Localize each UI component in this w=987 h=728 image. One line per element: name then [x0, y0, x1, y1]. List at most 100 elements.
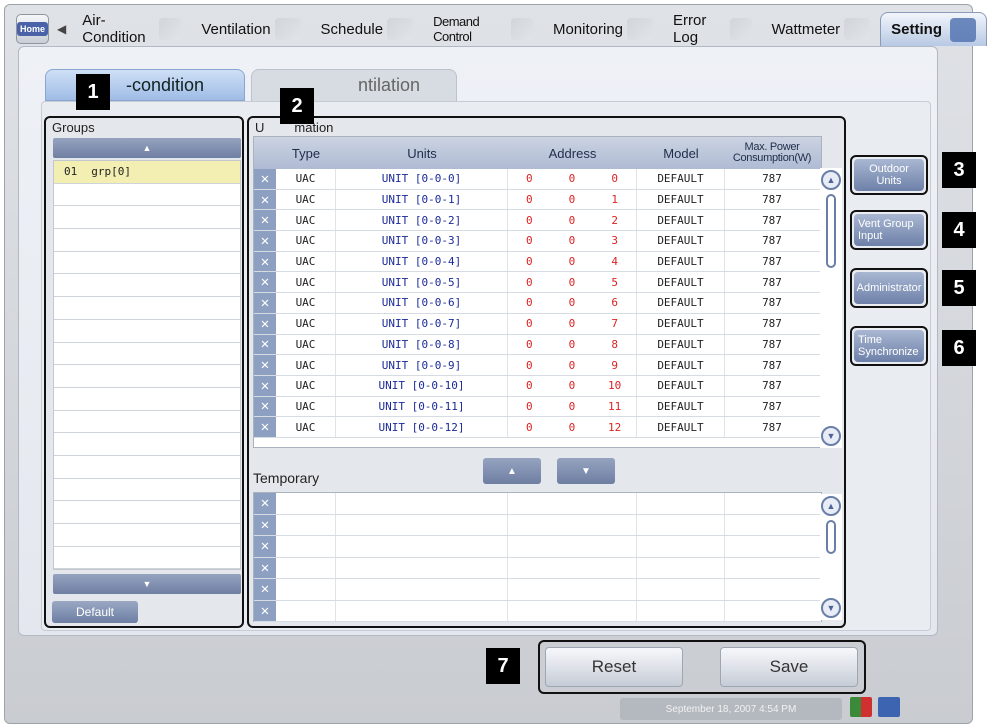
delete-row-icon[interactable]: ✕ — [254, 557, 276, 578]
subtab-air-condition[interactable]: -condition — [45, 69, 245, 101]
delete-row-icon[interactable]: ✕ — [254, 355, 276, 375]
unit-type: UAC — [276, 169, 336, 189]
unit-table-scrollbar[interactable]: ▲ ▼ — [820, 168, 842, 448]
groups-scroll-up-button[interactable]: ▲ — [53, 138, 241, 158]
delete-row-icon[interactable]: ✕ — [254, 514, 276, 535]
group-row-empty[interactable] — [54, 433, 240, 456]
delete-row-icon[interactable]: ✕ — [254, 396, 276, 417]
unit-row[interactable]: ✕ UAC UNIT [0-0-8] 0 0 8 DEFAULT 787 — [254, 334, 821, 356]
address-part: 0 — [568, 420, 576, 434]
scrollbar-thumb[interactable] — [826, 520, 836, 554]
scroll-down-icon[interactable]: ▼ — [821, 426, 841, 446]
delete-row-icon[interactable]: ✕ — [254, 272, 276, 293]
unit-row[interactable]: ✕ UAC UNIT [0-0-11] 0 0 11 DEFAULT 787 — [254, 396, 821, 418]
alarm-status-icon[interactable] — [850, 697, 872, 717]
temporary-row[interactable]: ✕ — [254, 557, 821, 579]
save-button[interactable]: Save — [720, 647, 858, 687]
group-row-empty[interactable] — [54, 184, 240, 207]
unit-row[interactable]: ✕ UAC UNIT [0-0-2] 0 0 2 DEFAULT 787 — [254, 210, 821, 232]
reset-button[interactable]: Reset — [545, 647, 683, 687]
group-row-empty[interactable] — [54, 343, 240, 366]
delete-row-icon[interactable]: ✕ — [254, 313, 276, 334]
tab-setting[interactable]: Setting — [880, 12, 987, 46]
temporary-row[interactable]: ✕ — [254, 536, 821, 558]
delete-row-icon[interactable]: ✕ — [254, 579, 276, 600]
group-row-empty[interactable] — [54, 479, 240, 502]
tab-scroll-left-icon[interactable]: ◀ — [57, 22, 66, 36]
scroll-down-icon[interactable]: ▼ — [821, 598, 841, 618]
default-button[interactable]: Default — [52, 601, 138, 623]
unit-row[interactable]: ✕ UAC UNIT [0-0-4] 0 0 4 DEFAULT 787 — [254, 251, 821, 273]
delete-row-icon[interactable]: ✕ — [254, 493, 276, 514]
group-row-empty[interactable] — [54, 252, 240, 275]
delete-row-icon[interactable]: ✕ — [254, 536, 276, 557]
delete-row-icon[interactable]: ✕ — [254, 169, 276, 189]
group-row-empty[interactable] — [54, 388, 240, 411]
tab-error-log[interactable]: Error Log — [663, 12, 762, 46]
unit-name: UNIT [0-0-6] — [336, 293, 508, 313]
scroll-up-icon[interactable]: ▲ — [821, 496, 841, 516]
unit-row[interactable]: ✕ UAC UNIT [0-0-3] 0 0 3 DEFAULT 787 — [254, 231, 821, 252]
tab-air-condition[interactable]: Air-Condition — [72, 12, 191, 46]
group-row-empty[interactable] — [54, 547, 240, 570]
move-up-button[interactable]: ▲ — [483, 458, 541, 484]
tab-schedule[interactable]: Schedule — [311, 12, 424, 46]
groups-scroll-down-button[interactable]: ▼ — [53, 574, 241, 594]
unit-row[interactable]: ✕ UAC UNIT [0-0-12] 0 0 12 DEFAULT 787 — [254, 417, 821, 438]
tab-wattmeter[interactable]: Wattmeter — [762, 12, 881, 46]
group-row-empty[interactable] — [54, 411, 240, 434]
group-row-empty[interactable] — [54, 501, 240, 524]
temporary-row[interactable]: ✕ — [254, 600, 821, 622]
group-row-empty[interactable] — [54, 229, 240, 252]
vent-group-input-button[interactable]: Vent Group Input — [850, 210, 928, 250]
delete-row-icon[interactable]: ✕ — [254, 251, 276, 272]
move-down-button[interactable]: ▼ — [557, 458, 615, 484]
home-button[interactable]: Home — [16, 14, 50, 44]
group-row-empty[interactable] — [54, 456, 240, 479]
delete-row-icon[interactable]: ✕ — [254, 334, 276, 355]
unit-row[interactable]: ✕ UAC UNIT [0-0-0] 0 0 0 DEFAULT 787 — [254, 169, 821, 190]
address-part: 0 — [568, 296, 576, 310]
temporary-row[interactable]: ✕ — [254, 493, 821, 515]
outdoor-units-button[interactable]: Outdoor Units — [850, 155, 928, 195]
network-status-icon[interactable] — [878, 697, 900, 717]
unit-model: DEFAULT — [637, 189, 725, 210]
tab-monitoring[interactable]: Monitoring — [543, 12, 663, 46]
unit-row[interactable]: ✕ UAC UNIT [0-0-7] 0 0 7 DEFAULT 787 — [254, 313, 821, 335]
group-row[interactable]: 01 grp[0] — [54, 161, 240, 184]
address-part: 0 — [568, 213, 576, 227]
delete-row-icon[interactable]: ✕ — [254, 375, 276, 396]
address-part: 8 — [611, 337, 618, 351]
group-row-empty[interactable] — [54, 365, 240, 388]
address-part: 0 — [568, 234, 576, 248]
air-condition-icon — [159, 18, 182, 40]
address-part: 4 — [611, 255, 618, 269]
scrollbar-thumb[interactable] — [826, 194, 836, 268]
temporary-scrollbar[interactable]: ▲ ▼ — [820, 494, 842, 620]
group-row-empty[interactable] — [54, 274, 240, 298]
scroll-up-icon[interactable]: ▲ — [821, 170, 841, 190]
group-row-empty[interactable] — [54, 206, 240, 230]
group-row-empty[interactable] — [54, 320, 240, 343]
unit-row[interactable]: ✕ UAC UNIT [0-0-5] 0 0 5 DEFAULT 787 — [254, 272, 821, 294]
administrator-button[interactable]: Administrator — [850, 268, 928, 308]
delete-row-icon[interactable]: ✕ — [254, 417, 276, 437]
delete-row-icon[interactable]: ✕ — [254, 293, 276, 313]
delete-row-icon[interactable]: ✕ — [254, 189, 276, 210]
temporary-row[interactable]: ✕ — [254, 579, 821, 601]
unit-row[interactable]: ✕ UAC UNIT [0-0-6] 0 0 6 DEFAULT 787 — [254, 293, 821, 314]
unit-row[interactable]: ✕ UAC UNIT [0-0-1] 0 0 1 DEFAULT 787 — [254, 189, 821, 211]
temporary-row[interactable]: ✕ — [254, 514, 821, 536]
unit-row[interactable]: ✕ UAC UNIT [0-0-9] 0 0 9 DEFAULT 787 — [254, 355, 821, 376]
group-row-empty[interactable] — [54, 297, 240, 320]
tab-ventilation[interactable]: Ventilation — [191, 12, 310, 46]
time-synchronize-button[interactable]: Time Synchronize — [850, 326, 928, 366]
callout-marker: 6 — [942, 330, 976, 366]
delete-row-icon[interactable]: ✕ — [254, 210, 276, 231]
delete-row-icon[interactable]: ✕ — [254, 231, 276, 251]
unit-model: DEFAULT — [637, 293, 725, 313]
tab-demand-control[interactable]: Demand Control — [423, 12, 543, 46]
unit-row[interactable]: ✕ UAC UNIT [0-0-10] 0 0 10 DEFAULT 787 — [254, 375, 821, 397]
group-row-empty[interactable] — [54, 524, 240, 547]
delete-row-icon[interactable]: ✕ — [254, 600, 276, 621]
